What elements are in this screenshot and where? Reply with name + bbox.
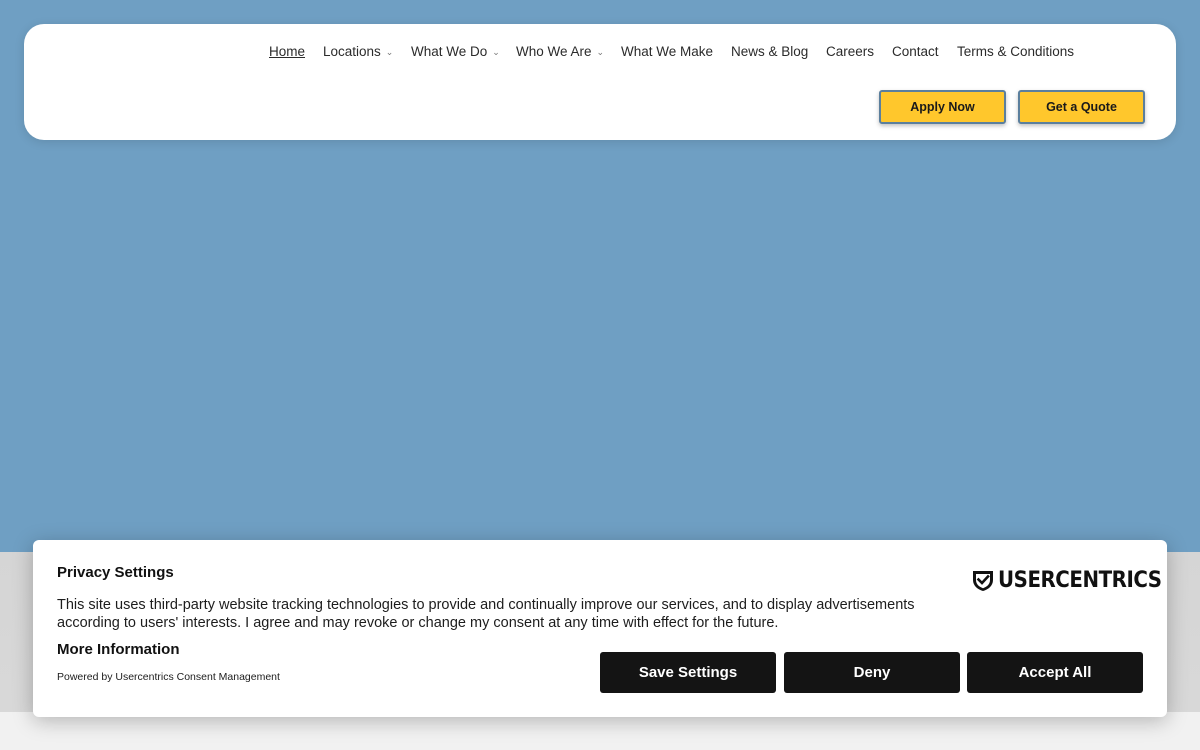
page-footer-strip [0,712,1200,750]
nav-home[interactable]: Home [269,43,305,61]
consent-description: This site uses third-party website track… [57,597,915,631]
nav-contact[interactable]: Contact [892,43,939,61]
apply-now-button[interactable]: Apply Now [879,90,1006,124]
site-header: Home Locations ⌄ What We Do ⌄ Who We Are ⌄ … [24,24,1176,140]
nav-what-we-do[interactable]: What We Do ⌄ [411,43,500,62]
nav-locations[interactable]: Locations ⌄ [323,43,393,62]
nav-terms-conditions-label: Terms & Conditions [957,44,1075,59]
nav-news-blog-label: News & Blog [731,44,809,59]
shield-check-icon [973,571,993,591]
nav-who-we-are-label: Who We Are [516,44,592,59]
nav-news-blog[interactable]: News & Blog [731,43,808,61]
nav-contact-label: Contact [892,44,939,59]
nav-careers[interactable]: Careers [826,43,874,61]
nav-who-we-are[interactable]: Who We Are ⌄ [516,43,604,62]
nav-terms-conditions[interactable]: Terms & Conditions [957,43,1074,61]
chevron-down-icon: ⌄ [596,47,605,57]
nav-what-we-do-label: What We Do [411,44,488,59]
nav-careers-label: Careers [826,44,875,59]
chevron-down-icon: ⌄ [385,47,394,57]
nav-what-we-make-label: What We Make [621,44,714,59]
accept-all-button[interactable]: Accept All [967,652,1143,693]
get-a-quote-button[interactable]: Get a Quote [1018,90,1145,124]
save-settings-button[interactable]: Save Settings [600,652,776,693]
nav-locations-label: Locations [323,44,381,59]
deny-button[interactable]: Deny [784,652,960,693]
usercentrics-logo: USERCENTRICS [971,567,1180,593]
nav-home-label: Home [269,44,306,59]
more-information-link[interactable]: More Information [57,641,180,658]
chevron-down-icon: ⌄ [492,47,500,57]
consent-title: Privacy Settings [57,564,174,581]
privacy-consent-banner: Privacy Settings This site uses third-pa… [33,540,1167,717]
nav-what-we-make[interactable]: What We Make [621,43,713,61]
powered-by-text: Powered by Usercentrics Consent Manageme… [57,671,280,683]
brand-wordmark: USERCENTRICS [998,567,1162,593]
main-nav: Home Locations ⌄ What We Do ⌄ Who We Are ⌄ … [24,24,1176,80]
